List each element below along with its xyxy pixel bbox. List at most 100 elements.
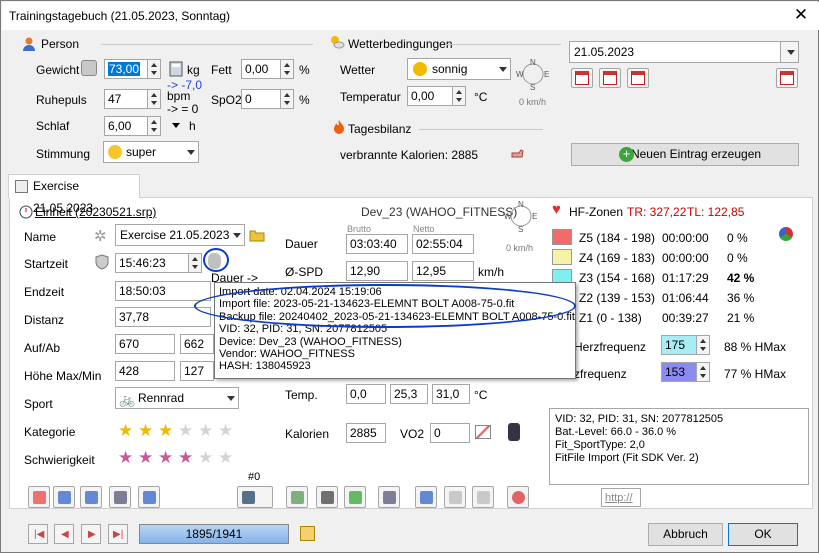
- url-input[interactable]: http://: [601, 488, 641, 507]
- difficulty-star[interactable]: ★: [218, 449, 233, 467]
- window-title: Trainingstagebuch (21.05.2023, Sonntag): [9, 9, 231, 23]
- speed-netto-input[interactable]: 12,95: [412, 261, 474, 281]
- avg-hr-spinner[interactable]: [696, 362, 710, 382]
- vo2-input[interactable]: 0: [430, 423, 470, 443]
- temperature-spinner[interactable]: [452, 86, 466, 106]
- max-hr-spinner[interactable]: [696, 335, 710, 355]
- difficulty-star[interactable]: ★: [178, 449, 193, 467]
- spo2-spinner[interactable]: [280, 89, 294, 109]
- document-button[interactable]: [415, 486, 437, 508]
- table-button[interactable]: [109, 486, 131, 508]
- tab-exercise[interactable]: Exercise 21.05.2023: [8, 174, 140, 215]
- weight-spinner[interactable]: [147, 59, 161, 79]
- flame-icon: [334, 120, 344, 134]
- end-input[interactable]: 18:50:03: [115, 281, 211, 301]
- name-select[interactable]: Exercise 21.05.2023: [115, 224, 245, 246]
- divider: [101, 44, 313, 45]
- date-select[interactable]: 21.05.2023: [569, 41, 799, 63]
- calculator-icon[interactable]: [168, 61, 184, 77]
- category-star[interactable]: ★: [198, 422, 213, 440]
- difficulty-star[interactable]: ★: [138, 449, 153, 467]
- highlight-ellipse: [203, 248, 229, 272]
- area-chart-button[interactable]: [53, 486, 75, 508]
- duration-netto-input[interactable]: 02:55:04: [412, 234, 474, 254]
- start-spinner[interactable]: [188, 253, 202, 273]
- close-icon[interactable]: ✕: [791, 5, 811, 25]
- map-button[interactable]: [286, 486, 308, 508]
- wind-compass-icon[interactable]: N SW E: [504, 199, 538, 233]
- folder-icon[interactable]: [249, 227, 265, 243]
- gear-icon[interactable]: ✲: [94, 227, 107, 245]
- area-chart-icon: [58, 491, 71, 504]
- tape-button[interactable]: [316, 486, 338, 508]
- spo2-input[interactable]: 0: [241, 89, 281, 109]
- difficulty-star[interactable]: ★: [158, 449, 173, 467]
- stats-button[interactable]: [138, 486, 160, 508]
- zone-percent: 36 %: [727, 291, 755, 305]
- delete-button[interactable]: [507, 486, 529, 508]
- sleep-input[interactable]: 6,00: [104, 116, 148, 136]
- calendar-icon: [631, 71, 645, 85]
- category-star[interactable]: ★: [118, 422, 133, 440]
- sleep-dropdown-icon[interactable]: [172, 123, 180, 128]
- category-star[interactable]: ★: [138, 422, 153, 440]
- start-input[interactable]: 15:46:23: [115, 253, 189, 273]
- temperature-input[interactable]: 0,00: [407, 86, 453, 106]
- tape-icon: [321, 491, 334, 504]
- weight-input[interactable]: 73,00: [104, 59, 148, 79]
- chart-disabled-button[interactable]: [472, 486, 494, 508]
- fat-spinner[interactable]: [280, 59, 294, 79]
- calculator-button[interactable]: [378, 486, 400, 508]
- prev-record-button[interactable]: ◀: [54, 524, 74, 544]
- calories-input[interactable]: 2885: [346, 423, 386, 443]
- max-hr-input[interactable]: 175: [661, 335, 697, 355]
- zone-label: Z4 (169 - 183): [579, 251, 656, 265]
- chart-icon[interactable]: [475, 425, 491, 439]
- descent-input[interactable]: 662: [180, 334, 214, 354]
- rest-pulse-spinner[interactable]: [147, 89, 161, 109]
- wind-compass-icon[interactable]: N SW E: [516, 57, 550, 91]
- duration-brutto-input[interactable]: 03:03:40: [346, 234, 408, 254]
- add-record-icon[interactable]: [300, 526, 315, 541]
- category-star[interactable]: ★: [178, 422, 193, 440]
- speed-brutto-input[interactable]: 12,90: [346, 261, 408, 281]
- scale-icon[interactable]: [81, 60, 97, 76]
- last-record-button[interactable]: ▶|: [108, 524, 128, 544]
- difficulty-star[interactable]: ★: [118, 449, 133, 467]
- difficulty-star[interactable]: ★: [198, 449, 213, 467]
- temp-avg-input[interactable]: 25,3: [390, 384, 428, 404]
- mood-select[interactable]: super: [103, 141, 199, 163]
- first-record-button[interactable]: |◀: [28, 524, 48, 544]
- height-min-input[interactable]: 127: [180, 361, 214, 381]
- ascent-input[interactable]: 670: [115, 334, 175, 354]
- graph-button[interactable]: [28, 486, 50, 508]
- ok-button[interactable]: OK: [728, 523, 798, 546]
- new-entry-button[interactable]: + Neuen Eintrag erzeugen: [571, 143, 799, 166]
- calendar-today-button[interactable]: [599, 68, 621, 88]
- cancel-button[interactable]: Abbruch: [648, 523, 723, 546]
- hand-pointer-icon[interactable]: [509, 144, 525, 160]
- fat-input[interactable]: 0,00: [241, 59, 281, 79]
- temp-max-input[interactable]: 31,0: [432, 384, 470, 404]
- watch-icon[interactable]: [508, 423, 520, 441]
- category-star[interactable]: ★: [218, 422, 233, 440]
- rss-button[interactable]: [444, 486, 466, 508]
- weather-select[interactable]: sonnig: [407, 58, 511, 80]
- rest-pulse-input[interactable]: 47: [104, 89, 148, 109]
- export-button[interactable]: [344, 486, 366, 508]
- next-record-button[interactable]: ▶: [81, 524, 101, 544]
- height-max-input[interactable]: 428: [115, 361, 175, 381]
- shoe-menu-button[interactable]: [237, 486, 273, 508]
- sleep-spinner[interactable]: [147, 116, 161, 136]
- pie-chart-icon[interactable]: [779, 227, 793, 241]
- avg-hr-input[interactable]: 153: [661, 362, 697, 382]
- temp-min-input[interactable]: 0,0: [346, 384, 386, 404]
- end-label: Endzeit: [24, 285, 65, 299]
- sleep-label: Schlaf: [36, 119, 70, 133]
- calendar-edit-button[interactable]: [776, 68, 798, 88]
- category-star[interactable]: ★: [158, 422, 173, 440]
- calendar-prev-button[interactable]: [571, 68, 593, 88]
- bar-chart-button[interactable]: [80, 486, 102, 508]
- sport-select[interactable]: 🚲 Rennrad: [115, 387, 239, 409]
- calendar-next-button[interactable]: [627, 68, 649, 88]
